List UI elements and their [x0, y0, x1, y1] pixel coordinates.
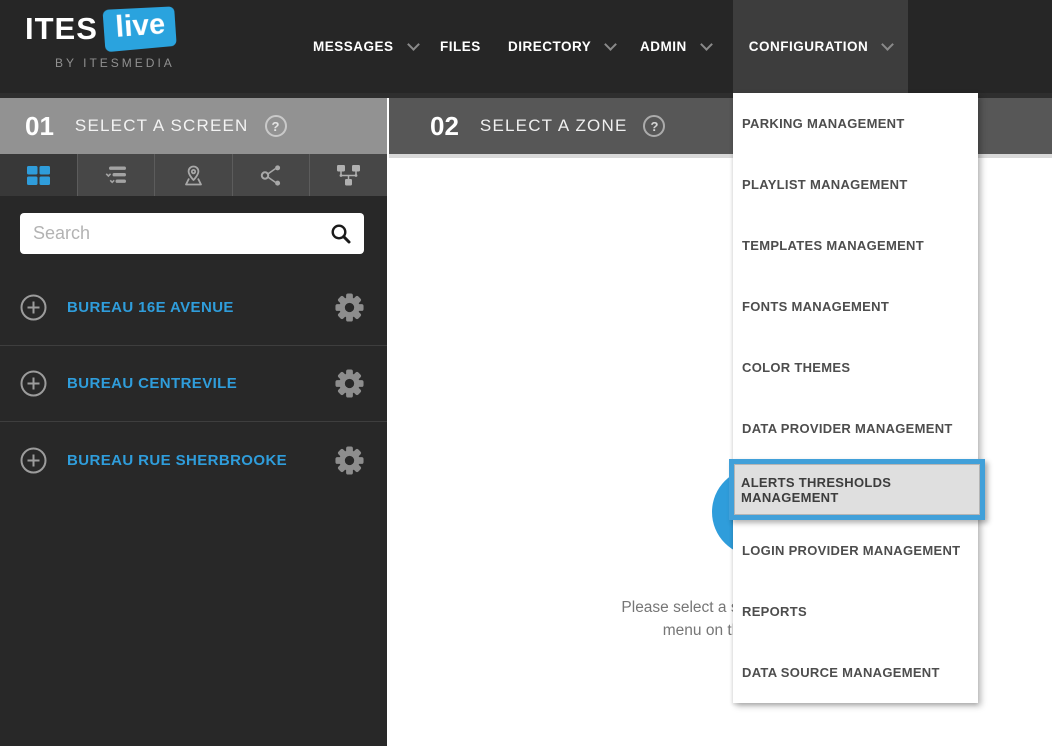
brand-name: ITES [25, 11, 98, 47]
panel-title: SELECT A ZONE [480, 116, 628, 136]
menu-item-templates-management[interactable]: TEMPLATES MANAGEMENT [733, 215, 978, 276]
expand-plus-icon[interactable] [20, 370, 47, 397]
screen-name-link[interactable]: BUREAU RUE SHERBROOKE [67, 452, 287, 469]
menu-item-fonts-management[interactable]: FONTS MANAGEMENT [733, 276, 978, 337]
expand-plus-icon[interactable] [20, 447, 47, 474]
nav-item-admin[interactable]: ADMIN [640, 0, 711, 93]
screen-view-toolbar [0, 154, 387, 196]
select-screen-header: 01 SELECT A SCREEN ? [0, 98, 387, 154]
nav-item-files[interactable]: FILES [440, 0, 481, 93]
nav-item-directory[interactable]: DIRECTORY [508, 0, 615, 93]
menu-item-playlist-management[interactable]: PLAYLIST MANAGEMENT [733, 154, 978, 215]
screen-row: BUREAU RUE SHERBROOKE [0, 422, 387, 498]
gear-icon[interactable] [334, 368, 365, 399]
brand-tagline: BY ITESMEDIA [55, 56, 177, 70]
share-network-icon [259, 163, 284, 188]
chevron-down-icon [407, 38, 420, 51]
menu-item-color-themes[interactable]: COLOR THEMES [733, 337, 978, 398]
nav-item-label: MESSAGES [313, 39, 394, 54]
screen-search-box [20, 213, 364, 254]
menu-item-data-provider-management[interactable]: DATA PROVIDER MANAGEMENT [733, 398, 978, 459]
menu-item-alerts-thresholds-management[interactable]: ALERTS THRESHOLDS MANAGEMENT [729, 459, 985, 520]
tab-share-view[interactable] [233, 154, 311, 196]
screen-row: BUREAU CENTREVILE [0, 346, 387, 422]
nav-item-label: ADMIN [640, 39, 687, 54]
help-icon[interactable]: ? [265, 115, 287, 137]
step-number: 01 [25, 111, 54, 142]
menu-item-data-source-management[interactable]: DATA SOURCE MANAGEMENT [733, 642, 978, 703]
screen-name-link[interactable]: BUREAU CENTREVILE [67, 375, 237, 392]
chevron-down-icon [881, 38, 894, 51]
nav-item-label: FILES [440, 39, 481, 54]
search-icon[interactable] [330, 223, 352, 245]
help-icon[interactable]: ? [643, 115, 665, 137]
chevron-down-icon [700, 38, 713, 51]
screen-list-body: BUREAU 16E AVENUE [0, 196, 387, 746]
expand-plus-icon[interactable] [20, 294, 47, 321]
nav-item-messages[interactable]: MESSAGES [313, 0, 418, 93]
nav-item-label: DIRECTORY [508, 39, 591, 54]
location-pin-icon [181, 163, 206, 188]
gear-icon[interactable] [334, 292, 365, 323]
menu-item-login-provider-management[interactable]: LOGIN PROVIDER MANAGEMENT [733, 520, 978, 581]
search-input[interactable] [33, 223, 330, 244]
tab-grid-view[interactable] [0, 154, 78, 196]
screen-name-link[interactable]: BUREAU 16E AVENUE [67, 299, 234, 316]
grid-view-icon [26, 164, 51, 187]
top-nav-bar: ITES live BY ITESMEDIA MESSAGES FILES DI… [0, 0, 1052, 93]
panel-title: SELECT A SCREEN [75, 116, 249, 136]
gear-icon[interactable] [334, 445, 365, 476]
tab-hierarchy-view[interactable] [310, 154, 387, 196]
step-number: 02 [430, 111, 459, 142]
configuration-dropdown-menu: PARKING MANAGEMENT PLAYLIST MANAGEMENT T… [733, 93, 978, 703]
chevron-down-icon [604, 38, 617, 51]
screen-list: BUREAU 16E AVENUE [0, 270, 387, 498]
brand-logo[interactable]: ITES live BY ITESMEDIA [25, 8, 177, 70]
nav-item-label: CONFIGURATION [749, 39, 869, 54]
screen-row: BUREAU 16E AVENUE [0, 270, 387, 346]
tab-list-view[interactable] [78, 154, 156, 196]
app-root: ITES live BY ITESMEDIA MESSAGES FILES DI… [0, 0, 1052, 746]
list-view-icon [103, 163, 129, 187]
menu-item-parking-management[interactable]: PARKING MANAGEMENT [733, 93, 978, 154]
tab-location-view[interactable] [155, 154, 233, 196]
hierarchy-icon [335, 162, 362, 188]
brand-badge: live [102, 6, 176, 52]
menu-item-reports[interactable]: REPORTS [733, 581, 978, 642]
select-screen-panel: 01 SELECT A SCREEN ? [0, 98, 387, 746]
nav-item-configuration[interactable]: CONFIGURATION [733, 0, 908, 93]
